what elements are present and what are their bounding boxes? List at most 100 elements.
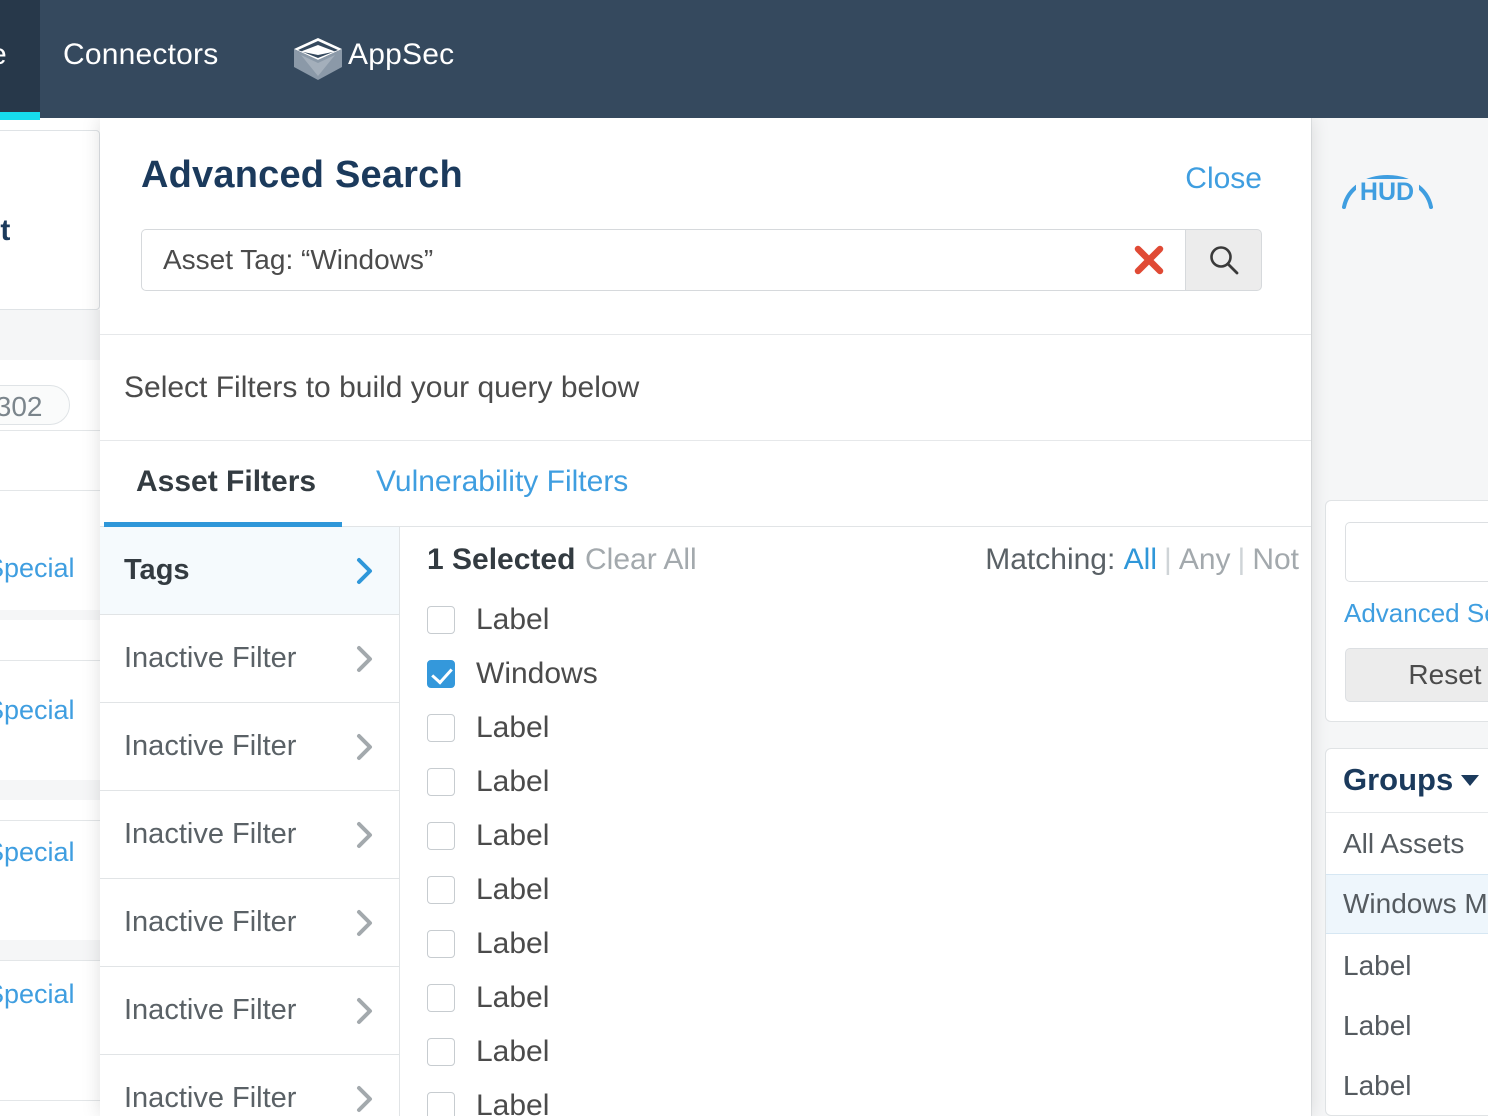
filter-category-label: Inactive Filter xyxy=(124,994,297,1026)
group-item-all-assets[interactable]: All Assets xyxy=(1326,814,1488,874)
background-white-band xyxy=(0,800,100,940)
matching-option-not[interactable]: Not xyxy=(1252,543,1299,576)
filter-category-inactive[interactable]: Inactive Filter xyxy=(100,967,399,1055)
background-special-link[interactable]: Special xyxy=(0,695,75,726)
filter-category-label: Inactive Filter xyxy=(124,1082,297,1114)
filter-value-label: Label xyxy=(476,927,550,960)
modal-subheading-bar: Select Filters to build your query below xyxy=(100,335,1311,441)
filter-value-row[interactable]: Label xyxy=(400,755,1311,809)
filter-value-row[interactable]: Label xyxy=(400,701,1311,755)
filter-category-tags[interactable]: Tags xyxy=(100,527,399,615)
right-advanced-search-link[interactable]: Advanced Sea xyxy=(1344,598,1488,629)
background-row-divider xyxy=(0,960,100,961)
hud-logo-icon: HUD xyxy=(1342,175,1433,209)
matching-option-all[interactable]: All xyxy=(1124,543,1157,576)
matching-controls: Matching: All | Any | Not xyxy=(985,543,1299,577)
groups-title: Groups xyxy=(1343,762,1454,797)
checkbox[interactable] xyxy=(427,1092,455,1116)
filter-value-row[interactable]: Label xyxy=(400,917,1311,971)
filter-values-pane: 1 Selected Clear All Matching: All | Any | N… xyxy=(400,527,1311,1116)
modal-header: Advanced Search Close xyxy=(100,118,1311,335)
background-row-divider xyxy=(0,490,100,491)
background-row-divider xyxy=(0,1100,100,1101)
nav-item-connectors[interactable]: Connectors xyxy=(63,38,218,72)
background-special-link[interactable]: Special xyxy=(0,979,75,1010)
filter-category-label: Tags xyxy=(124,554,190,586)
background-row-divider xyxy=(0,430,100,431)
filter-tabs: Asset Filters Vulnerability Filters xyxy=(100,441,1311,527)
filter-value-label: Label xyxy=(476,1035,550,1068)
modal-subheading: Select Filters to build your query below xyxy=(124,370,640,404)
checkbox-checked[interactable] xyxy=(427,660,455,688)
chevron-down-icon xyxy=(1461,775,1480,786)
svg-text:HUD: HUD xyxy=(1360,178,1414,206)
group-item-windows[interactable]: Windows M xyxy=(1326,874,1488,934)
chevron-right-icon xyxy=(357,909,372,936)
chevron-right-icon xyxy=(357,733,372,760)
checkbox[interactable] xyxy=(427,930,455,958)
filter-value-label: Label xyxy=(476,981,550,1014)
group-item-label[interactable]: Label xyxy=(1326,996,1488,1056)
filter-panes: Tags Inactive Filter Inactive Filter Ina… xyxy=(100,527,1311,1116)
background-special-link[interactable]: Special xyxy=(0,837,75,868)
search-button[interactable] xyxy=(1185,229,1262,291)
filter-category-inactive[interactable]: Inactive Filter xyxy=(100,1055,399,1116)
filter-value-row[interactable]: Label xyxy=(400,593,1311,647)
chevron-right-icon xyxy=(357,821,372,848)
nav-active-indicator xyxy=(0,112,40,120)
tab-vulnerability-filters[interactable]: Vulnerability Filters xyxy=(376,465,628,499)
close-button[interactable]: Close xyxy=(1185,162,1262,196)
matching-label: Matching: xyxy=(985,543,1116,576)
background-card xyxy=(0,130,100,310)
matching-option-any[interactable]: Any xyxy=(1179,543,1231,576)
group-item-label[interactable]: Label xyxy=(1326,1056,1488,1116)
checkbox[interactable] xyxy=(427,876,455,904)
filter-value-row[interactable]: Windows xyxy=(400,647,1311,701)
checkbox[interactable] xyxy=(427,822,455,850)
nav-item-truncated-label[interactable]: e xyxy=(0,38,7,72)
right-search-input[interactable] xyxy=(1345,522,1488,582)
group-item-label[interactable]: Label xyxy=(1326,936,1488,996)
filter-category-inactive[interactable]: Inactive Filter xyxy=(100,615,399,703)
checkbox[interactable] xyxy=(427,606,455,634)
checkbox[interactable] xyxy=(427,714,455,742)
nav-item-appsec[interactable]: AppSec xyxy=(348,38,454,72)
selected-count: 1 Selected xyxy=(427,543,576,576)
filter-category-label: Inactive Filter xyxy=(124,730,297,762)
chevron-right-icon xyxy=(357,1085,372,1112)
advanced-search-modal: Advanced Search Close Select Filters to … xyxy=(100,118,1311,1116)
filter-value-row[interactable]: Label xyxy=(400,1025,1311,1079)
filter-value-row[interactable]: Label xyxy=(400,809,1311,863)
filter-category-label: Inactive Filter xyxy=(124,642,297,674)
search-input[interactable] xyxy=(141,229,1185,291)
clear-all-button[interactable]: Clear All xyxy=(585,543,697,577)
filter-value-label: Label xyxy=(476,873,550,906)
filter-category-inactive[interactable]: Inactive Filter xyxy=(100,791,399,879)
magnifier-icon xyxy=(1209,246,1238,275)
filter-category-inactive[interactable]: Inactive Filter xyxy=(100,879,399,967)
background-row-divider xyxy=(0,820,100,821)
checkbox[interactable] xyxy=(427,768,455,796)
app-root: it ,302 Special Special Special Special … xyxy=(0,0,1488,1116)
page-title: Advanced Search xyxy=(141,154,463,196)
reset-button[interactable]: Reset xyxy=(1345,648,1488,702)
background-special-link[interactable]: Special xyxy=(0,553,75,584)
matching-divider: | xyxy=(1237,543,1246,576)
tab-asset-filters[interactable]: Asset Filters xyxy=(136,465,316,499)
top-navigation-bar: e Connectors AppSec xyxy=(0,0,1488,120)
groups-dropdown-toggle[interactable]: Groups xyxy=(1343,762,1480,798)
groups-divider xyxy=(1326,812,1488,813)
matching-divider: | xyxy=(1164,543,1172,576)
filter-value-row[interactable]: Label xyxy=(400,1079,1311,1116)
chevron-right-icon xyxy=(357,557,372,584)
clear-icon[interactable] xyxy=(1132,243,1166,277)
filter-value-label: Label xyxy=(476,1089,550,1116)
checkbox[interactable] xyxy=(427,984,455,1012)
filter-value-row[interactable]: Label xyxy=(400,971,1311,1025)
filter-category-inactive[interactable]: Inactive Filter xyxy=(100,703,399,791)
checkbox[interactable] xyxy=(427,1038,455,1066)
background-card-text: it xyxy=(0,214,11,247)
filter-value-label: Label xyxy=(476,765,550,798)
filter-value-row[interactable]: Label xyxy=(400,863,1311,917)
filter-category-list: Tags Inactive Filter Inactive Filter Ina… xyxy=(100,527,400,1116)
